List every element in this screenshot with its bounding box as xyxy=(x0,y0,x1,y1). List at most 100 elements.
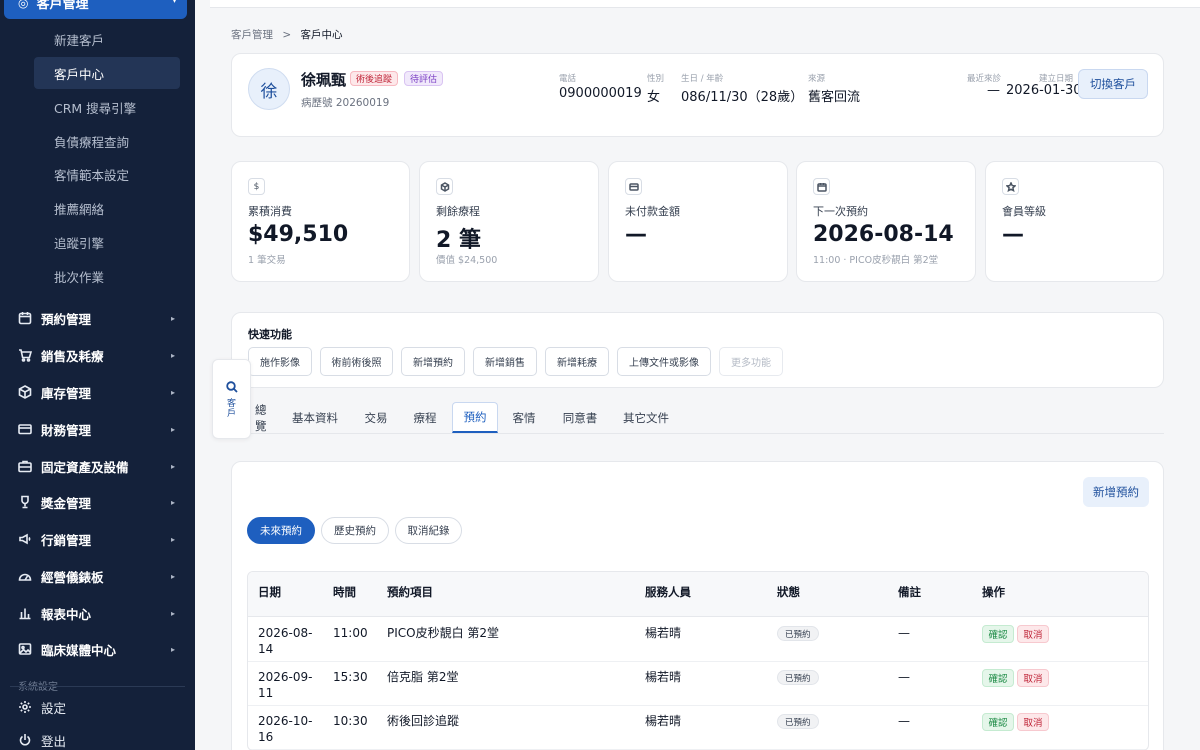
phone-value: 0900000019 xyxy=(559,86,642,101)
add-appointment-button[interactable]: 新增預約 xyxy=(401,347,465,376)
filter-cancelled[interactable]: 取消紀錄 xyxy=(395,517,462,544)
cell-item: 倍克脂 第2堂 xyxy=(387,670,459,684)
sidebar-item-reports[interactable]: 報表中心 ▸ xyxy=(0,597,195,629)
table-row: 2026-09-11 15:30 倍克脂 第2堂 楊若晴 已預約 — 確認 取消 xyxy=(248,662,1148,706)
created-value: 2026-01-30 xyxy=(1006,83,1082,98)
chevron-right-icon: ▸ xyxy=(170,424,175,434)
tab-consent[interactable]: 同意書 xyxy=(555,402,605,433)
gender-label: 性別 xyxy=(647,74,665,84)
stat-card-member-level: 會員等級 — xyxy=(985,161,1164,282)
sidebar-item-new-customer[interactable]: 新建客戶 xyxy=(34,23,180,55)
chevron-right-icon: ▸ xyxy=(170,534,175,544)
sidebar-item-appointments[interactable]: 預約管理 ▸ xyxy=(0,302,195,334)
appointments-table: 日期 時間 預約項目 服務人員 狀態 備註 操作 2026-08-14 11:0… xyxy=(247,571,1149,750)
gender-value: 女 xyxy=(647,90,661,105)
stat-sub: 11:00 · PICO皮秒靚白 第2堂 xyxy=(813,255,939,266)
customer-name: 徐珮甄 xyxy=(301,71,347,89)
image-icon xyxy=(18,642,32,656)
sidebar-item-marketing[interactable]: 行銷管理 ▸ xyxy=(0,523,195,555)
sidebar-item-template[interactable]: 客情範本設定 xyxy=(34,158,180,190)
sidebar-item-label: 追蹤引擎 xyxy=(54,235,105,251)
chevron-right-icon: ▸ xyxy=(170,644,175,654)
cancel-button[interactable]: 取消 xyxy=(1017,713,1049,731)
status-badge: 已預約 xyxy=(777,626,819,641)
source-value: 舊客回流 xyxy=(808,90,861,105)
tab-transactions[interactable]: 交易 xyxy=(356,402,396,433)
col-date: 日期 xyxy=(258,585,281,599)
new-appointment-button[interactable]: 新增預約 xyxy=(1083,477,1149,507)
before-after-photos-button[interactable]: 術前術後照 xyxy=(320,347,393,376)
sidebar-item-label: 財務管理 xyxy=(41,422,92,438)
tab-appointments[interactable]: 預約 xyxy=(452,402,498,433)
table-row: 2026-10-16 10:30 術後回診追蹤 楊若晴 已預約 — 確認 取消 xyxy=(248,706,1148,750)
switch-customer-button[interactable]: 切換客戶 xyxy=(1078,69,1148,99)
tab-basic-info[interactable]: 基本資料 xyxy=(285,402,345,433)
cell-note: — xyxy=(898,670,910,684)
sidebar-item-label: CRM 搜尋引擎 xyxy=(54,100,137,116)
megaphone-icon xyxy=(18,532,32,546)
chevron-right-icon: ▸ xyxy=(170,387,175,397)
sidebar-item-label: 經營儀錶板 xyxy=(41,569,104,585)
tabs-divider xyxy=(231,433,1164,434)
sidebar-item-dashboard[interactable]: 經營儀錶板 ▸ xyxy=(0,560,195,592)
cell-date: 2026-10-16 xyxy=(258,714,313,744)
more-functions-button[interactable]: 更多功能 xyxy=(719,347,783,376)
filter-future[interactable]: 未來預約 xyxy=(247,517,315,544)
stat-sub: 價值 $24,500 xyxy=(436,255,498,266)
confirm-button[interactable]: 確認 xyxy=(982,625,1014,643)
col-staff: 服務人員 xyxy=(645,585,691,599)
sidebar-item-bonus[interactable]: 獎金管理 ▸ xyxy=(0,486,195,518)
sidebar-item-customer-center[interactable]: 客戶中心 xyxy=(34,57,180,89)
sidebar-item-crm-search[interactable]: CRM 搜尋引擎 xyxy=(34,91,180,123)
sidebar-item-logout[interactable]: 登出 xyxy=(0,725,195,750)
star-icon xyxy=(1002,178,1019,195)
cancel-button[interactable]: 取消 xyxy=(1017,625,1049,643)
sidebar-item-label: 推薦網絡 xyxy=(54,201,105,217)
col-actions: 操作 xyxy=(982,585,1005,599)
tab-other-documents[interactable]: 其它文件 xyxy=(616,402,676,433)
add-sale-button[interactable]: 新增銷售 xyxy=(473,347,537,376)
card-icon xyxy=(18,422,32,436)
stat-card-total-spend: $ 累積消費 $49,510 1 筆交易 xyxy=(231,161,410,282)
tag-followup: 術後追蹤 xyxy=(350,71,399,86)
sidebar-item-debt-course[interactable]: 負債療程查詢 xyxy=(34,125,180,157)
sidebar-item-finance[interactable]: 財務管理 ▸ xyxy=(0,413,195,445)
sidebar-item-label: 批次作業 xyxy=(54,269,105,285)
filter-history[interactable]: 歷史預約 xyxy=(321,517,389,544)
sidebar-item-media[interactable]: 臨床媒體中心 ▸ xyxy=(0,633,195,665)
breadcrumb: 客戶管理 > 客戶中心 xyxy=(231,27,343,42)
cell-time: 15:30 xyxy=(333,670,368,684)
calendar-icon xyxy=(18,311,32,325)
stat-value: 2 筆 xyxy=(436,228,481,253)
stat-value: — xyxy=(1002,222,1024,247)
procedure-images-button[interactable]: 施作影像 xyxy=(248,347,312,376)
sidebar-item-tracking[interactable]: 追蹤引擎 xyxy=(34,226,180,258)
search-icon xyxy=(226,381,238,393)
sidebar-item-label: 登出 xyxy=(41,733,67,749)
cell-staff: 楊若晴 xyxy=(645,626,682,640)
tab-relations[interactable]: 客情 xyxy=(504,402,544,433)
confirm-button[interactable]: 確認 xyxy=(982,669,1014,687)
sidebar-item-batch[interactable]: 批次作業 xyxy=(34,260,180,292)
confirm-button[interactable]: 確認 xyxy=(982,713,1014,731)
add-consumption-button[interactable]: 新增耗療 xyxy=(545,347,609,376)
stat-label: 剩餘療程 xyxy=(436,205,480,218)
sidebar-item-referral[interactable]: 推薦網絡 xyxy=(34,192,180,224)
chevron-right-icon: ▸ xyxy=(170,497,175,507)
stat-card-unpaid: 未付款金額 — xyxy=(608,161,788,282)
sidebar-item-inventory[interactable]: 庫存管理 ▸ xyxy=(0,376,195,408)
sidebar-section-customer[interactable]: ◎ 客戶管理 ▾ xyxy=(4,0,187,19)
customer-search-float-tab[interactable]: 客戶 xyxy=(212,359,251,439)
cancel-button[interactable]: 取消 xyxy=(1017,669,1049,687)
upload-document-button[interactable]: 上傳文件或影像 xyxy=(617,347,711,376)
col-item: 預約項目 xyxy=(387,585,433,599)
cube-icon xyxy=(436,178,453,195)
birth-value: 086/11/30（28歲） xyxy=(681,90,804,105)
col-status: 狀態 xyxy=(777,585,800,599)
cell-item: PICO皮秒靚白 第2堂 xyxy=(387,626,500,640)
sidebar-item-settings[interactable]: 設定 xyxy=(0,692,195,722)
breadcrumb-parent[interactable]: 客戶管理 xyxy=(231,29,273,41)
sidebar-item-assets[interactable]: 固定資產及設備 ▸ xyxy=(0,450,195,482)
sidebar-item-sales[interactable]: 銷售及耗療 ▸ xyxy=(0,339,195,371)
tab-courses[interactable]: 療程 xyxy=(405,402,445,433)
